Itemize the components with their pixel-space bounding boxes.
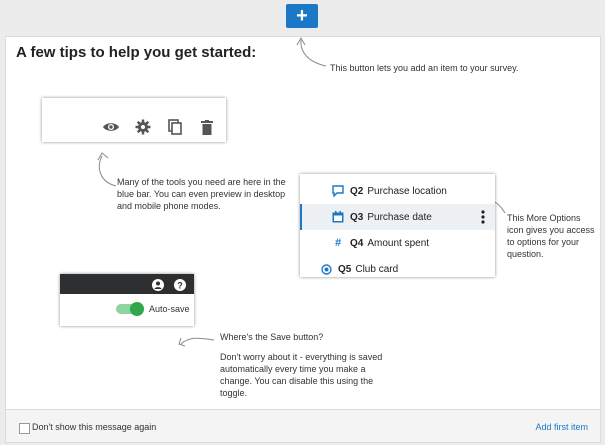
radio-icon: [320, 263, 332, 275]
tip-add-button: This button lets you add an item to your…: [330, 63, 519, 73]
tip-save-title: Where's the Save button?: [220, 332, 324, 342]
autosave-toggle[interactable]: [116, 302, 144, 316]
trash-icon: [198, 118, 216, 136]
toolbar-preview-card: [42, 98, 226, 142]
calendar-icon: [332, 211, 344, 223]
autosave-label: Auto-save: [149, 304, 190, 314]
selected-indicator: [300, 204, 302, 230]
question-number: Q5: [338, 263, 352, 275]
question-number: Q4: [350, 237, 364, 249]
questions-preview-card: Q2 Purchase location Q3 Purchase date # …: [300, 174, 495, 277]
more-options-icon[interactable]: [481, 210, 485, 227]
question-item: Q2 Purchase location: [300, 178, 495, 204]
gear-icon: [134, 118, 152, 136]
question-number: Q2: [350, 185, 364, 197]
svg-text:?: ?: [177, 281, 183, 291]
question-label: Club card: [355, 263, 399, 275]
tip-blue-bar: Many of the tools you need are here in t…: [117, 177, 286, 211]
add-first-item-link[interactable]: Add first item: [535, 422, 588, 432]
autosave-preview-card: ? Auto-save: [60, 274, 194, 326]
question-label: Amount spent: [367, 237, 430, 249]
speech-bubble-icon: [332, 185, 344, 197]
question-label: Purchase date: [367, 211, 432, 223]
hash-icon: #: [334, 237, 342, 249]
question-item: # Q4 Amount spent M: [300, 230, 495, 256]
copy-icon: [166, 118, 184, 136]
question-number: Q3: [350, 211, 364, 223]
tip-save-body: Don't worry about it - everything is sav…: [220, 352, 383, 398]
dont-show-checkbox[interactable]: [19, 423, 30, 434]
user-icon: [152, 278, 164, 296]
question-label: Purchase location: [367, 185, 447, 197]
eye-icon: [102, 118, 120, 136]
question-item-selected: Q3 Purchase date: [300, 204, 495, 230]
dont-show-label: Don't show this message again: [32, 422, 157, 432]
dark-header-bar: ?: [60, 274, 194, 294]
help-icon: ?: [174, 278, 186, 296]
question-item: Q5 Club card: [300, 256, 495, 277]
tip-more-options: This More Options icon gives you access …: [507, 213, 595, 259]
